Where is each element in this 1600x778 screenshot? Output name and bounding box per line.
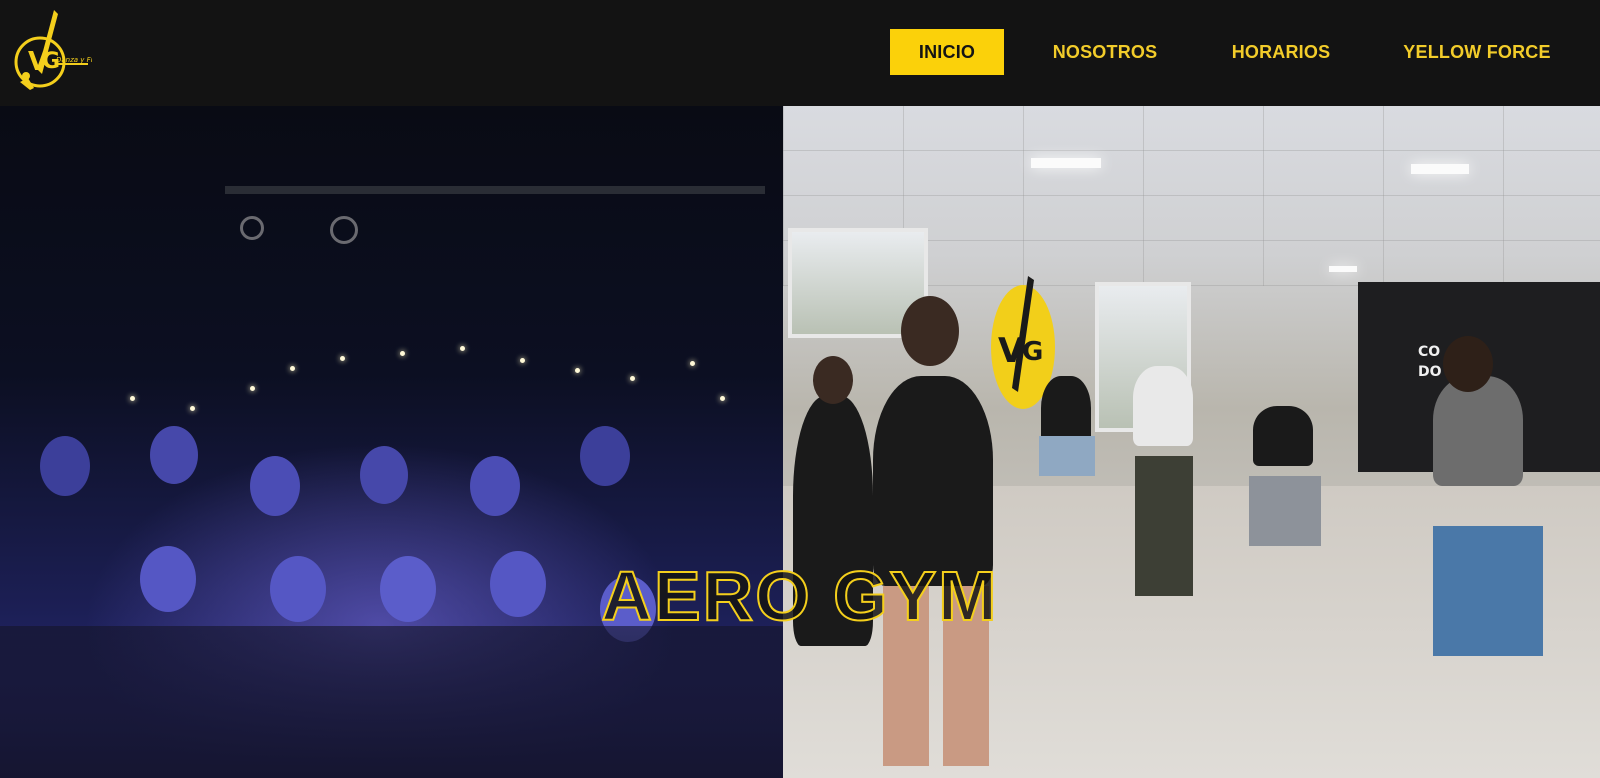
nav-inicio[interactable]: INICIO	[890, 29, 1004, 75]
ceiling-light	[1031, 158, 1101, 168]
nav-yellow-force[interactable]: YELLOW FORCE	[1386, 29, 1568, 75]
ceiling-light	[1329, 266, 1357, 272]
dance-show-crowd-photo	[0, 106, 783, 778]
hero-title: AERO GYM	[600, 556, 999, 636]
nav-horarios[interactable]: HORARIOS	[1214, 29, 1348, 75]
dancer	[1433, 376, 1523, 486]
svg-text:V: V	[998, 331, 1025, 371]
stage-light	[330, 216, 358, 244]
logo-text: Danza y Fitness	[56, 56, 92, 64]
vg-logo-icon[interactable]: V G Danza y Fitness	[12, 6, 112, 94]
dancer	[1133, 366, 1193, 446]
ceiling-light	[1411, 164, 1469, 174]
svg-text:G: G	[1022, 337, 1043, 367]
stage-truss	[225, 186, 765, 194]
main-nav: INICIO NOSOTROS HORARIOS YELLOW FORCE	[890, 29, 1600, 75]
top-navbar: V G Danza y Fitness INICIO NOSOTROS HORA…	[0, 0, 1600, 106]
stage-light	[240, 216, 264, 240]
nav-nosotros[interactable]: NOSOTROS	[1034, 29, 1176, 75]
dance-studio-class-photo: V G CO DIE DO	[783, 106, 1600, 778]
dancer	[1253, 406, 1313, 466]
hero-section: V G CO DIE DO AERO GYM	[0, 106, 1600, 778]
dancer	[873, 376, 993, 586]
